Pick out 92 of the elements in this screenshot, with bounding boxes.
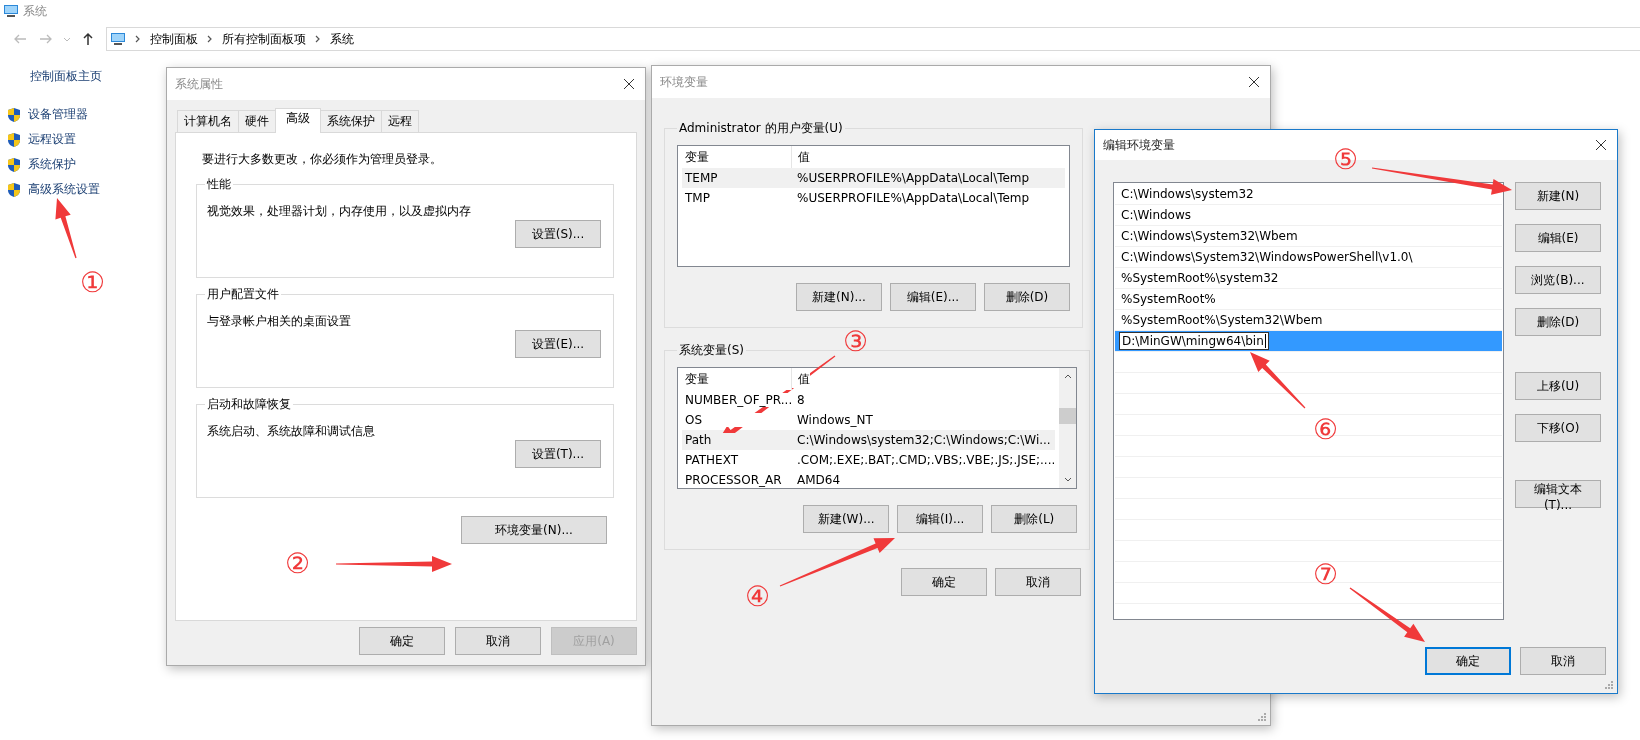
list-row[interactable]: C:\Windows — [1115, 205, 1502, 226]
shield-icon — [6, 106, 22, 123]
column-header: 值 — [792, 370, 810, 388]
sidebar-link[interactable]: 远程设置 — [28, 131, 76, 148]
dialog-button[interactable]: 取消 — [455, 627, 541, 655]
path-entry: %SystemRoot% — [1121, 292, 1216, 306]
address-bar[interactable]: 控制面板 所有控制面板项 系统 — [106, 27, 1640, 51]
dialog-button[interactable]: 确定 — [359, 627, 445, 655]
dialog-button[interactable]: 编辑(E) — [1515, 224, 1601, 252]
close-icon[interactable] — [1595, 139, 1607, 151]
group-title: 性能 — [206, 176, 232, 193]
list-row[interactable]: C:\Windows\System32\WindowsPowerShell\v1.0\ — [1115, 247, 1502, 268]
dialog-title: 环境变量 — [660, 73, 708, 91]
shield-icon — [6, 181, 22, 198]
dialog-title: 系统属性 — [175, 75, 223, 93]
dialog-button[interactable]: 确定 — [1425, 647, 1511, 675]
dialog-button[interactable]: 删除(D) — [984, 283, 1070, 311]
scroll-bar[interactable] — [1059, 368, 1077, 488]
resize-grip-icon[interactable] — [1257, 712, 1267, 722]
computer-icon — [3, 3, 19, 19]
path-entry: C:\Windows\system32 — [1121, 187, 1254, 201]
path-entry: C:\Windows\System32\WindowsPowerShell\v1.0\ — [1121, 250, 1413, 264]
shield-icon — [6, 156, 22, 173]
path-entry: %SystemRoot%\system32 — [1121, 271, 1279, 285]
chevron-icon — [314, 34, 322, 44]
list-row[interactable]: %SystemRoot%\system32 — [1115, 268, 1502, 289]
dialog-button[interactable]: 上移(U) — [1515, 372, 1601, 400]
dialog-button[interactable]: 删除(D) — [1515, 308, 1601, 336]
column-header: 变量 — [682, 146, 792, 168]
dialog-button[interactable]: 编辑(E)... — [890, 283, 976, 311]
settings-button[interactable]: 设置(E)... — [515, 330, 601, 358]
shield-icon — [6, 131, 22, 148]
list-row[interactable]: TEMP %USERPROFILE%\AppData\Local\Temp — [682, 168, 1065, 188]
sidebar-link[interactable]: 系统保护 — [28, 156, 76, 173]
tab[interactable]: 计算机名 — [177, 110, 239, 132]
dialog-button[interactable]: 下移(O) — [1515, 414, 1601, 442]
dialog-button[interactable]: 新建(N) — [1515, 182, 1601, 210]
group-description: 视觉效果，处理器计划，内存使用，以及虚拟内存 — [206, 203, 472, 220]
dialog-button[interactable]: 取消 — [1520, 647, 1606, 675]
step-number: ① — [78, 265, 106, 301]
annotation-arrow — [1250, 352, 1306, 409]
dialog-button[interactable]: 确定 — [901, 568, 987, 596]
dialog-button[interactable]: 浏览(B)... — [1515, 266, 1601, 294]
step-number: ⑦ — [1311, 557, 1339, 593]
group-title: 系统变量(S) — [678, 342, 745, 359]
environment-variables-button[interactable]: 环境变量(N)... — [461, 516, 607, 544]
annotation-arrow — [55, 198, 77, 259]
breadcrumb-item[interactable]: 系统 — [330, 30, 354, 48]
dialog-button[interactable]: 取消 — [995, 568, 1081, 596]
group-title: 用户配置文件 — [206, 286, 280, 303]
list-row[interactable]: C:\Windows\System32\Wbem — [1115, 226, 1502, 247]
step-number: ⑥ — [1311, 412, 1339, 448]
group-description: 与登录帐户相关的桌面设置 — [206, 313, 352, 330]
chevron-icon — [134, 34, 142, 44]
dialog-title: 编辑环境变量 — [1103, 136, 1175, 154]
column-header: 变量 — [682, 368, 792, 390]
dialog-button[interactable]: 新建(W)... — [803, 505, 890, 533]
step-number: ② — [283, 546, 311, 582]
step-number: ③ — [841, 324, 869, 360]
sidebar-link[interactable]: 设备管理器 — [28, 106, 88, 123]
input-field[interactable]: D:\MinGW\mingw64\bin — [1119, 332, 1269, 350]
list-row[interactable]: %SystemRoot% — [1115, 289, 1502, 310]
sidebar-link[interactable]: 控制面板主页 — [0, 68, 102, 85]
step-number: ④ — [743, 579, 771, 615]
chevron-icon — [206, 34, 214, 44]
settings-button[interactable]: 设置(S)... — [515, 220, 601, 248]
resize-grip-icon[interactable] — [1604, 680, 1614, 690]
tab[interactable]: 远程 — [381, 110, 419, 132]
path-entry: C:\Windows\System32\Wbem — [1121, 229, 1298, 243]
close-icon[interactable] — [1248, 76, 1260, 88]
dialog-button[interactable]: 编辑文本(T)... — [1515, 480, 1601, 508]
tab[interactable]: 高级 — [275, 108, 321, 133]
group-title: 启动和故障恢复 — [206, 396, 292, 413]
list-row[interactable]: D:\MinGW\mingw64\bin — [1115, 331, 1502, 352]
step-number: ⑤ — [1331, 142, 1359, 178]
notice-text: 要进行大多数更改，你必须作为管理员登录。 — [201, 151, 443, 168]
settings-button[interactable]: 设置(T)... — [515, 440, 601, 468]
group-description: 系统启动、系统故障和调试信息 — [206, 423, 376, 440]
path-entry: C:\Windows — [1121, 208, 1192, 222]
list-row[interactable]: Path C:\Windows\system32;C:\Windows;C:\Wi... — [682, 430, 1056, 450]
breadcrumb-item[interactable]: 所有控制面板项 — [222, 30, 306, 48]
dialog-button[interactable]: 删除(L) — [991, 505, 1078, 533]
scroll-thumb[interactable] — [1059, 408, 1077, 424]
breadcrumb-item[interactable]: 控制面板 — [150, 30, 198, 48]
group-title: Administrator 的用户变量(U) — [678, 120, 844, 137]
window-title: 系统 — [23, 2, 47, 20]
path-entry: %SystemRoot%\System32\Wbem — [1121, 313, 1323, 327]
dialog-button[interactable]: 新建(N)... — [796, 283, 882, 311]
computer-icon — [110, 31, 126, 47]
sidebar-link[interactable]: 高级系统设置 — [28, 181, 100, 198]
dialog-button[interactable]: 编辑(I)... — [897, 505, 984, 533]
close-icon[interactable] — [623, 78, 635, 90]
